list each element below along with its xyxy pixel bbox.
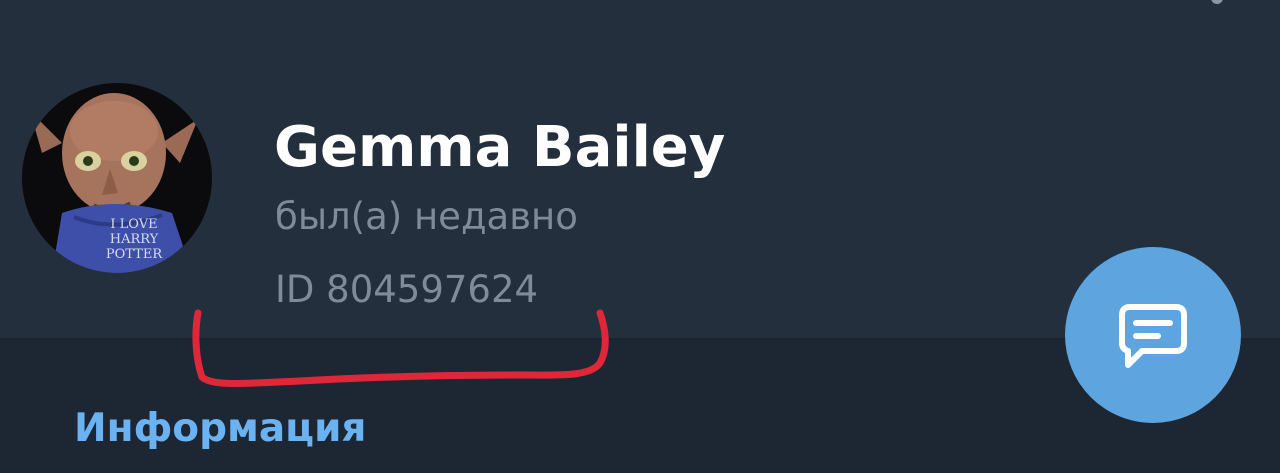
- avatar-shirt-text: I LOVE HARRY POTTER: [84, 217, 184, 262]
- shirt-line-1: I LOVE: [110, 217, 158, 232]
- red-underline-annotation: [192, 309, 609, 387]
- shirt-line-2: HARRY: [109, 232, 159, 247]
- profile-screen: I LOVE HARRY POTTER Gemma Bailey был(а) …: [0, 0, 1280, 473]
- last-seen-status: был(а) недавно: [275, 195, 578, 238]
- avatar[interactable]: I LOVE HARRY POTTER: [22, 83, 212, 273]
- chat-bubble-icon: [1119, 304, 1187, 368]
- message-button[interactable]: [1065, 247, 1241, 423]
- shirt-line-3: POTTER: [105, 247, 163, 262]
- info-section-title: Информация: [74, 406, 367, 451]
- profile-name: Gemma Bailey: [274, 115, 726, 180]
